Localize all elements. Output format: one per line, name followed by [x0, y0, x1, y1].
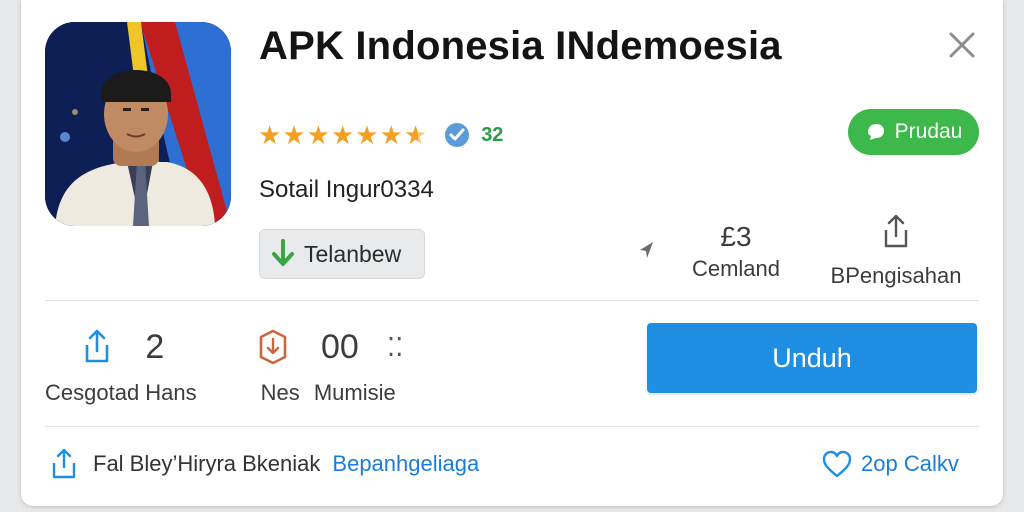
app-subtitle: Sotail Ingur0334 [259, 176, 434, 203]
mid-stat-2-label: Nes [260, 380, 300, 405]
close-icon [949, 32, 975, 58]
mid-stat-1-label: Cesgotad Hans [45, 380, 197, 405]
share-icon [86, 329, 109, 363]
app-icon-image [45, 22, 231, 226]
close-button[interactable] [945, 28, 979, 62]
share-button[interactable]: BPengisahan [821, 212, 971, 289]
chip-label: Telanbew [304, 240, 402, 267]
mid-stat-3-label: Mumisie [313, 380, 396, 405]
share-label: BPengisahan [830, 263, 962, 288]
star-rating: ★ ★ ★ ★ ★ ★ ★ [258, 122, 427, 148]
mid-stat-2[interactable]: 00 ⁚⁚ Nes Mumisie [253, 326, 403, 406]
more-icon: ⁚⁚ [386, 331, 404, 362]
download-button[interactable]: Unduh [647, 323, 977, 393]
divider [45, 300, 979, 301]
favorite-label: 2op Calkv [861, 451, 959, 476]
share-icon [52, 448, 76, 479]
status-badge-button[interactable]: Prudau [848, 109, 979, 155]
footer-share-link[interactable]: Bepanhgeliaga [332, 451, 479, 477]
comments-value: £3 [720, 221, 752, 252]
share-icon [884, 214, 908, 248]
badge-label: Prudau [894, 120, 963, 143]
rating-count: 32 [481, 123, 504, 146]
heart-icon [822, 450, 852, 478]
comments-stat[interactable]: £3 Cemland [681, 220, 791, 282]
install-chip[interactable]: Telanbew [259, 229, 425, 279]
half-star-icon: ★ [403, 120, 428, 150]
star-icon: ★ [306, 120, 330, 150]
download-arrow-icon [272, 239, 294, 266]
comments-label: Cemland [691, 256, 781, 281]
verified-icon [445, 123, 470, 147]
mid-stat-2-number: 00 [321, 327, 359, 366]
star-icon: ★ [258, 120, 282, 150]
star-icon: ★ [330, 120, 355, 150]
favorite-button[interactable]: 2op Calkv [821, 449, 959, 479]
divider [45, 426, 979, 427]
star-icon: ★ [282, 120, 306, 150]
chat-icon [867, 124, 884, 140]
mid-stat-1[interactable]: 2 Cesgotad Hans [45, 326, 197, 406]
cursor-icon [640, 242, 653, 258]
rating-row: ★ ★ ★ ★ ★ ★ ★ 32 [258, 118, 503, 152]
badge-icon [259, 329, 287, 365]
footer-share[interactable]: Fal Bley’Hiryra Bkeniak Bepanhgeliaga [47, 447, 479, 481]
star-icon: ★ [355, 120, 379, 150]
star-icon: ★ [379, 120, 403, 150]
app-title: APK Indonesia INdemoesia [259, 24, 782, 68]
mid-stat-1-number: 2 [145, 327, 165, 366]
footer-share-text: Fal Bley’Hiryra Bkeniak [93, 451, 321, 476]
app-card: APK Indonesia INdemoesia ★ ★ ★ ★ ★ ★ ★ 3… [21, 0, 1003, 506]
mid-stat-2-label-row: Nes Mumisie [261, 380, 396, 406]
